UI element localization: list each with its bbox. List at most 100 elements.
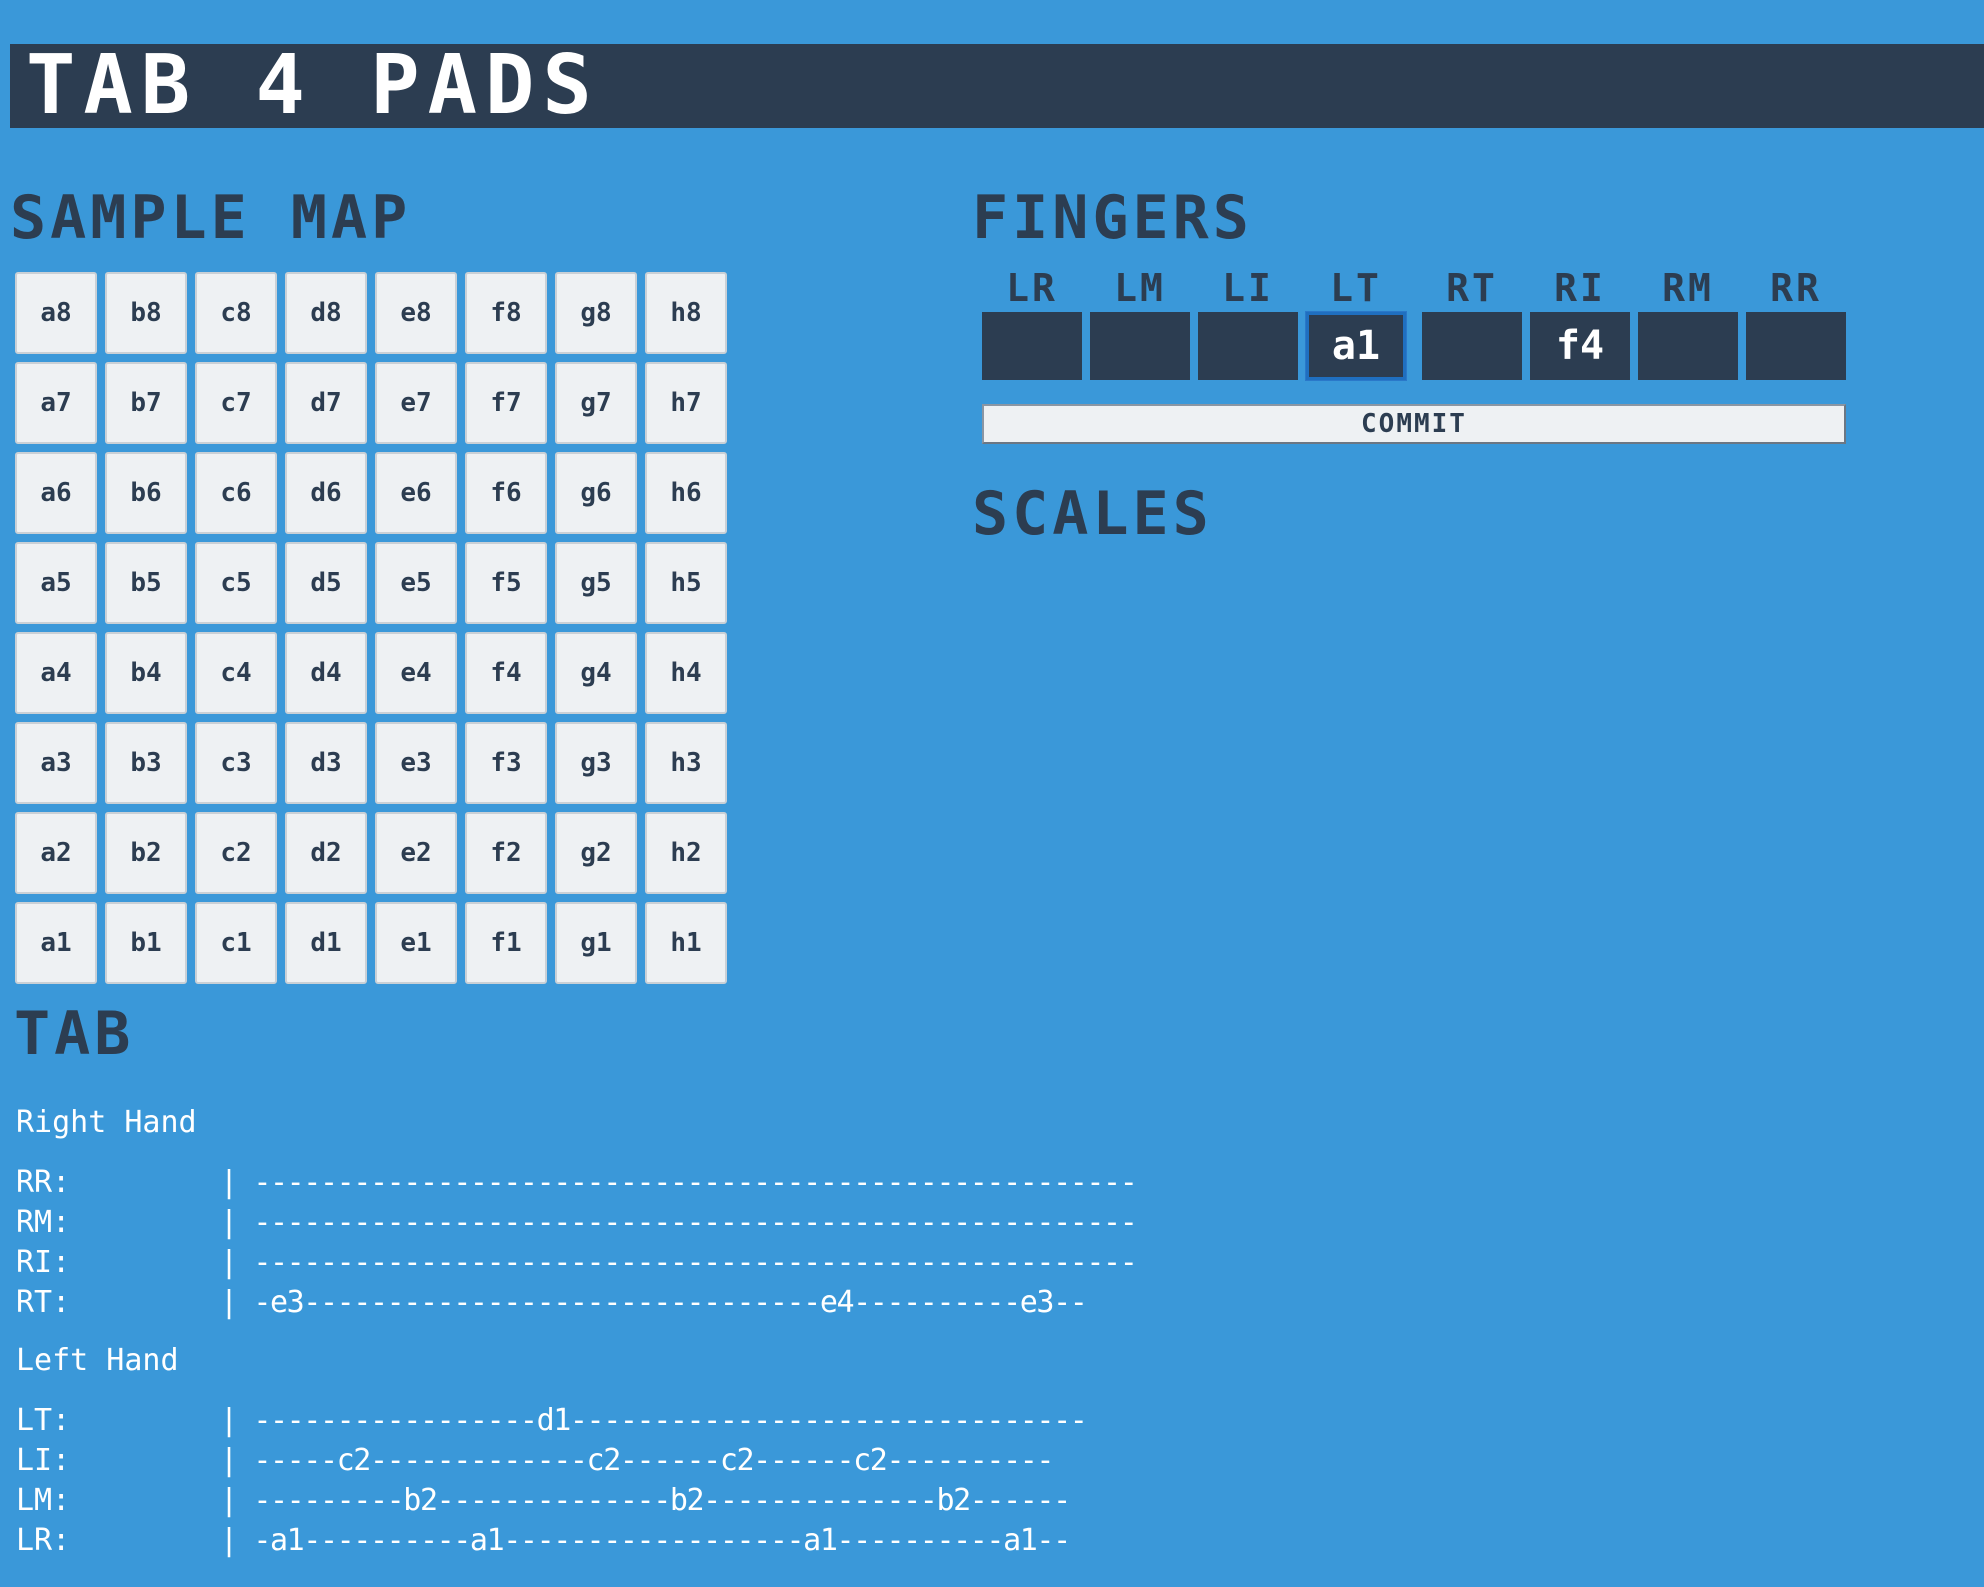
right-hand-label: Right Hand [16,1105,197,1140]
finger-labels: LR LM LI LT RT RI RM RR [982,268,1848,308]
pad-e4[interactable]: e4 [375,632,457,714]
pad-h5[interactable]: h5 [645,542,727,624]
pad-g3[interactable]: g3 [555,722,637,804]
tab-line: | -----------------d1-------------------… [220,1403,1088,1438]
pad-c4[interactable]: c4 [195,632,277,714]
finger-slot-rm[interactable] [1638,312,1738,380]
pad-g5[interactable]: g5 [555,542,637,624]
pad-f4[interactable]: f4 [465,632,547,714]
pad-a5[interactable]: a5 [15,542,97,624]
pad-c8[interactable]: c8 [195,272,277,354]
pad-f6[interactable]: f6 [465,452,547,534]
pad-b6[interactable]: b6 [105,452,187,534]
pad-a4[interactable]: a4 [15,632,97,714]
finger-label-ri: RI [1554,266,1606,310]
pad-e3[interactable]: e3 [375,722,457,804]
app-root: TAB 4 PADS SAMPLE MAP a8 b8 c8 d8 e8 f8 g8 h8 a7… [0,0,1984,1587]
tab-line: | --------------------------------------… [220,1245,1138,1280]
pad-b8[interactable]: b8 [105,272,187,354]
pad-c2[interactable]: c2 [195,812,277,894]
pad-a6[interactable]: a6 [15,452,97,534]
pad-b5[interactable]: b5 [105,542,187,624]
pad-c6[interactable]: c6 [195,452,277,534]
pad-h3[interactable]: h3 [645,722,727,804]
tab-line: | --------------------------------------… [220,1165,1138,1200]
pad-h2[interactable]: h2 [645,812,727,894]
pad-h8[interactable]: h8 [645,272,727,354]
tab-line: | ---------b2--------------b2-----------… [220,1483,1071,1518]
pad-g6[interactable]: g6 [555,452,637,534]
string-name: LM: [16,1483,71,1518]
tab-line: | -a1----------a1------------------a1---… [220,1523,1071,1558]
pad-f2[interactable]: f2 [465,812,547,894]
pad-c3[interactable]: c3 [195,722,277,804]
pad-a8[interactable]: a8 [15,272,97,354]
finger-label-lr: LR [1006,266,1058,310]
finger-label-li: LI [1222,266,1274,310]
pad-f1[interactable]: f1 [465,902,547,984]
pad-g1[interactable]: g1 [555,902,637,984]
finger-slot-lr[interactable] [982,312,1082,380]
pad-b7[interactable]: b7 [105,362,187,444]
commit-button[interactable]: COMMIT [982,404,1846,444]
pad-e2[interactable]: e2 [375,812,457,894]
finger-slot-li[interactable] [1198,312,1298,380]
title-bar: TAB 4 PADS [10,44,1984,128]
pad-e1[interactable]: e1 [375,902,457,984]
pad-c7[interactable]: c7 [195,362,277,444]
pad-h4[interactable]: h4 [645,632,727,714]
pad-c1[interactable]: c1 [195,902,277,984]
string-name: LI: [16,1443,71,1478]
sample-map-grid: a8 b8 c8 d8 e8 f8 g8 h8 a7 b7 c7 d7 e7 f7 g7 h7 a6 b6 c6 d6… [15,272,731,984]
pad-g8[interactable]: g8 [555,272,637,354]
pad-b2[interactable]: b2 [105,812,187,894]
pad-a7[interactable]: a7 [15,362,97,444]
tab-line: | -----c2-------------c2------c2------c2… [220,1443,1054,1478]
pad-d6[interactable]: d6 [285,452,367,534]
pad-d2[interactable]: d2 [285,812,367,894]
finger-slot-lm[interactable] [1090,312,1190,380]
pad-h7[interactable]: h7 [645,362,727,444]
pad-d5[interactable]: d5 [285,542,367,624]
finger-label-rr: RR [1770,266,1822,310]
pad-d4[interactable]: d4 [285,632,367,714]
pad-c5[interactable]: c5 [195,542,277,624]
pad-d3[interactable]: d3 [285,722,367,804]
scales-heading: SCALES [972,479,1213,549]
pad-g2[interactable]: g2 [555,812,637,894]
pad-h1[interactable]: h1 [645,902,727,984]
pad-d7[interactable]: d7 [285,362,367,444]
finger-slot-rt[interactable] [1422,312,1522,380]
pad-d1[interactable]: d1 [285,902,367,984]
finger-slot-lt[interactable]: a1 [1306,312,1406,380]
string-name: LR: [16,1523,71,1558]
pad-f8[interactable]: f8 [465,272,547,354]
finger-slot-ri[interactable]: f4 [1530,312,1630,380]
string-name: RM: [16,1205,71,1240]
pad-e8[interactable]: e8 [375,272,457,354]
pad-b4[interactable]: b4 [105,632,187,714]
string-name: RR: [16,1165,71,1200]
tab-line: | -e3-------------------------------e4--… [220,1285,1088,1320]
pad-g7[interactable]: g7 [555,362,637,444]
pad-e7[interactable]: e7 [375,362,457,444]
pad-e5[interactable]: e5 [375,542,457,624]
string-name: RT: [16,1285,71,1320]
pad-a3[interactable]: a3 [15,722,97,804]
pad-f5[interactable]: f5 [465,542,547,624]
pad-a1[interactable]: a1 [15,902,97,984]
pad-h6[interactable]: h6 [645,452,727,534]
left-hand-label: Left Hand [16,1343,179,1378]
pad-b3[interactable]: b3 [105,722,187,804]
pad-d8[interactable]: d8 [285,272,367,354]
pad-b1[interactable]: b1 [105,902,187,984]
pad-f7[interactable]: f7 [465,362,547,444]
finger-slot-rr[interactable] [1746,312,1846,380]
pad-a2[interactable]: a2 [15,812,97,894]
pad-f3[interactable]: f3 [465,722,547,804]
tab-heading: TAB [14,999,135,1069]
finger-label-rt: RT [1446,266,1498,310]
finger-label-lt: LT [1330,266,1382,310]
pad-e6[interactable]: e6 [375,452,457,534]
pad-g4[interactable]: g4 [555,632,637,714]
